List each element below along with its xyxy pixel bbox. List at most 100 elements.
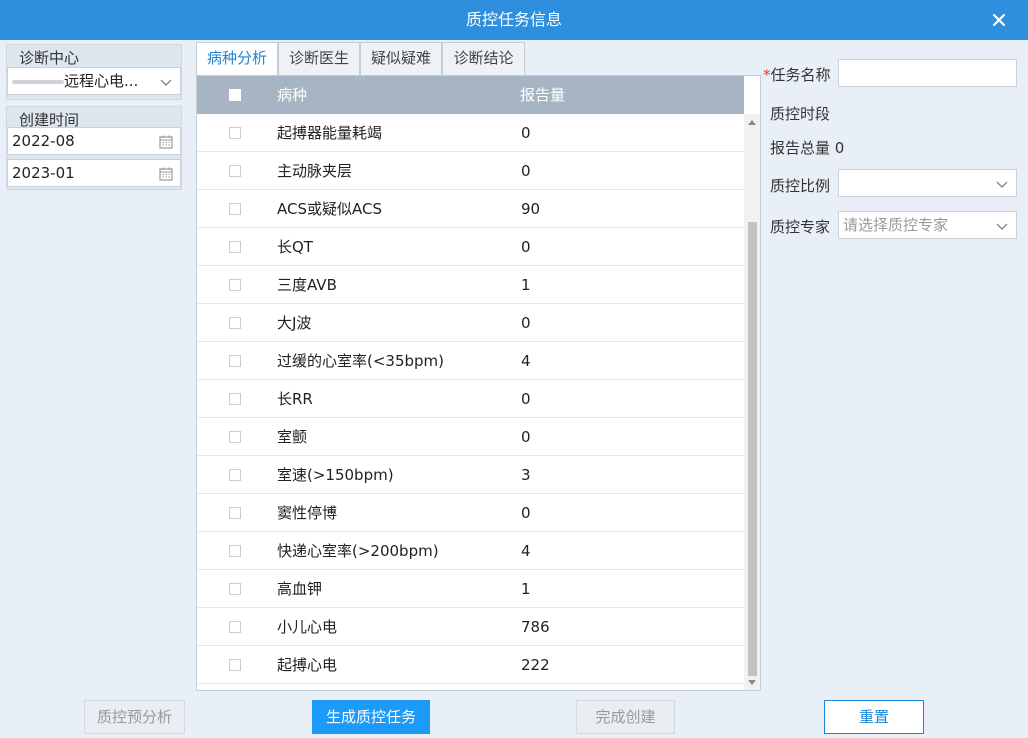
created-time-group: 创建时间 2022-08 2023-01 bbox=[6, 106, 182, 190]
table-header: 病种 报告量 bbox=[197, 76, 744, 114]
row-checkbox[interactable] bbox=[229, 279, 241, 291]
table-row[interactable]: 长RR 0 bbox=[197, 380, 744, 418]
pre-analysis-button[interactable]: 质控预分析 bbox=[84, 700, 185, 734]
row-checkbox[interactable] bbox=[229, 469, 241, 481]
chevron-down-icon bbox=[996, 223, 1008, 230]
row-checkbox[interactable] bbox=[229, 659, 241, 671]
row-disease: 长QT bbox=[277, 238, 313, 256]
center-label: 诊断中心 bbox=[19, 49, 80, 67]
row-count: 1 bbox=[521, 580, 531, 598]
row-disease: 长RR bbox=[277, 390, 313, 408]
table-row[interactable]: 起搏器能量耗竭 0 bbox=[197, 114, 744, 152]
row-checkbox[interactable] bbox=[229, 317, 241, 329]
reset-button[interactable]: 重置 bbox=[824, 700, 924, 734]
table-row[interactable]: 起搏心电 222 bbox=[197, 646, 744, 684]
select-all-checkbox[interactable] bbox=[229, 89, 241, 101]
task-name-label: *任务名称 bbox=[763, 64, 831, 85]
row-count: 0 bbox=[521, 504, 531, 522]
row-disease: 起搏器能量耗竭 bbox=[277, 124, 383, 142]
table-row[interactable]: 室颤 0 bbox=[197, 418, 744, 456]
row-disease: 过缓的心室率(<35bpm) bbox=[277, 352, 445, 370]
row-disease: ACS或疑似ACS bbox=[277, 200, 382, 218]
tab-suspected-difficult[interactable]: 疑似疑难 bbox=[360, 42, 442, 75]
row-count: 0 bbox=[521, 238, 531, 256]
chevron-down-icon bbox=[996, 181, 1008, 188]
table-row[interactable]: 大J波 0 bbox=[197, 304, 744, 342]
row-disease: 快递心室率(>200bpm) bbox=[277, 542, 439, 560]
row-count: 1 bbox=[521, 276, 531, 294]
close-icon[interactable] bbox=[988, 9, 1010, 31]
expert-select[interactable]: 请选择质控专家 bbox=[838, 211, 1017, 239]
start-date-value: 2022-08 bbox=[12, 132, 75, 150]
generate-task-button[interactable]: 生成质控任务 bbox=[312, 700, 430, 734]
calendar-icon[interactable] bbox=[158, 134, 174, 150]
total-reports-value: 0 bbox=[834, 139, 845, 157]
table-row[interactable]: 过缓的心室率(<35bpm) 4 bbox=[197, 342, 744, 380]
column-header-report-count: 报告量 bbox=[520, 86, 566, 104]
table-row[interactable]: 窦性停博 0 bbox=[197, 494, 744, 532]
row-checkbox[interactable] bbox=[229, 431, 241, 443]
center-select[interactable]: 远程心电... bbox=[7, 67, 181, 95]
row-disease: 主动脉夹层 bbox=[277, 162, 353, 180]
row-disease: 大J波 bbox=[277, 314, 312, 332]
ratio-label: 质控比例 bbox=[770, 177, 831, 195]
chevron-down-icon bbox=[160, 79, 172, 86]
end-date-value: 2023-01 bbox=[12, 164, 75, 182]
row-checkbox[interactable] bbox=[229, 583, 241, 595]
row-checkbox[interactable] bbox=[229, 393, 241, 405]
row-count: 0 bbox=[521, 390, 531, 408]
total-reports-label: 报告总量 bbox=[770, 139, 831, 157]
table-row[interactable]: 主动脉夹层 0 bbox=[197, 152, 744, 190]
task-name-input[interactable] bbox=[838, 59, 1017, 87]
table-row[interactable]: 高血钾 1 bbox=[197, 570, 744, 608]
column-header-disease: 病种 bbox=[277, 86, 308, 104]
tab-disease-analysis[interactable]: 病种分析 bbox=[196, 42, 278, 76]
scroll-down-arrow-icon[interactable] bbox=[747, 679, 757, 687]
required-mark: * bbox=[763, 66, 771, 84]
total-reports: 报告总量 0 bbox=[770, 137, 844, 158]
row-checkbox[interactable] bbox=[229, 203, 241, 215]
row-disease: 窦性停博 bbox=[277, 504, 338, 522]
center-select-value: 远程心电... bbox=[64, 72, 139, 90]
title-bar: 质控任务信息 bbox=[0, 0, 1028, 40]
complete-create-button[interactable]: 完成创建 bbox=[576, 700, 675, 734]
row-checkbox[interactable] bbox=[229, 507, 241, 519]
calendar-icon[interactable] bbox=[158, 166, 174, 182]
row-count: 786 bbox=[521, 618, 550, 636]
expert-select-placeholder: 请选择质控专家 bbox=[843, 216, 949, 234]
start-date-input[interactable]: 2022-08 bbox=[7, 127, 181, 155]
row-checkbox[interactable] bbox=[229, 241, 241, 253]
table-row[interactable]: 快递心室率(>200bpm) 4 bbox=[197, 532, 744, 570]
ratio-select[interactable] bbox=[838, 169, 1017, 197]
period-label: 质控时段 bbox=[770, 105, 831, 123]
scrollbar-thumb[interactable] bbox=[748, 222, 757, 676]
table-row[interactable]: 长QT 0 bbox=[197, 228, 744, 266]
row-count: 90 bbox=[521, 200, 541, 218]
row-count: 0 bbox=[521, 428, 531, 446]
row-count: 222 bbox=[521, 656, 550, 674]
table-row[interactable]: 小儿心电 786 bbox=[197, 608, 744, 646]
tab-diagnosis-conclusion[interactable]: 诊断结论 bbox=[442, 42, 525, 75]
disease-table: 病种 报告量 起搏器能量耗竭 0 主动脉夹层 0 ACS或疑似ACS 90 长Q… bbox=[196, 75, 761, 691]
table-row[interactable]: 室速(>150bpm) 3 bbox=[197, 456, 744, 494]
tab-diagnosing-doctor[interactable]: 诊断医生 bbox=[278, 42, 360, 75]
row-count: 3 bbox=[521, 466, 531, 484]
row-checkbox[interactable] bbox=[229, 355, 241, 367]
row-checkbox[interactable] bbox=[229, 127, 241, 139]
row-checkbox[interactable] bbox=[229, 621, 241, 633]
row-count: 0 bbox=[521, 124, 531, 142]
row-count: 4 bbox=[521, 542, 531, 560]
row-count: 0 bbox=[521, 162, 531, 180]
row-checkbox[interactable] bbox=[229, 165, 241, 177]
table-row[interactable]: ACS或疑似ACS 90 bbox=[197, 190, 744, 228]
table-scrollbar[interactable] bbox=[744, 114, 760, 690]
row-disease: 室速(>150bpm) bbox=[277, 466, 394, 484]
row-disease: 三度AVB bbox=[277, 276, 337, 294]
row-checkbox[interactable] bbox=[229, 545, 241, 557]
end-date-input[interactable]: 2023-01 bbox=[7, 159, 181, 187]
table-row[interactable]: 三度AVB 1 bbox=[197, 266, 744, 304]
row-disease: 小儿心电 bbox=[277, 618, 338, 636]
scroll-up-arrow-icon[interactable] bbox=[747, 118, 757, 126]
row-count: 4 bbox=[521, 352, 531, 370]
task-name-label-text: 任务名称 bbox=[770, 66, 831, 84]
